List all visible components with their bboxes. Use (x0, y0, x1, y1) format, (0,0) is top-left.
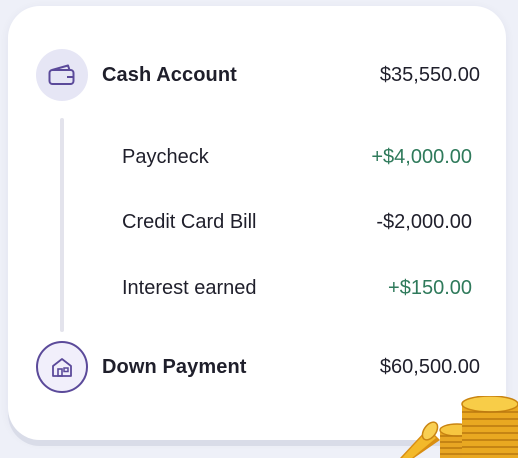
transaction-row[interactable]: Interest earned +$150.00 (122, 274, 472, 302)
timeline-connector (60, 118, 64, 332)
transaction-label: Credit Card Bill (122, 210, 257, 233)
down-payment-value: $60,500.00 (379, 355, 480, 378)
transaction-amount: +$4,000.00 (371, 145, 472, 168)
down-payment-label: Down Payment (102, 355, 247, 378)
gold-coins-illustration (400, 396, 518, 458)
house-icon (36, 341, 88, 393)
account-summary-card: Cash Account $35,550.00 Paycheck +$4,000… (8, 6, 506, 440)
wallet-icon (36, 49, 88, 101)
transaction-amount: +$150.00 (388, 276, 472, 299)
cash-account-label: Cash Account (102, 63, 237, 86)
transaction-label: Paycheck (122, 145, 209, 168)
transaction-amount: -$2,000.00 (376, 210, 472, 233)
cash-account-value: $35,550.00 (379, 63, 480, 86)
transaction-row[interactable]: Credit Card Bill -$2,000.00 (122, 208, 472, 236)
down-payment-row[interactable]: Down Payment $60,500.00 (36, 341, 480, 393)
cash-account-row[interactable]: Cash Account $35,550.00 (36, 49, 480, 101)
transaction-row[interactable]: Paycheck +$4,000.00 (122, 143, 472, 171)
transaction-label: Interest earned (122, 276, 257, 299)
